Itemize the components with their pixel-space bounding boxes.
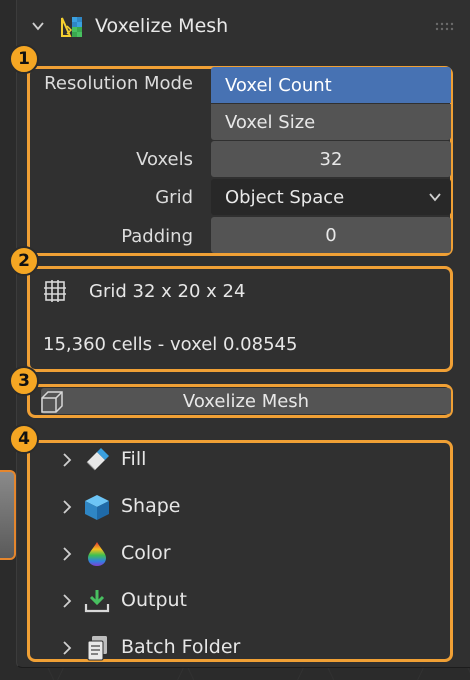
documents-icon <box>87 636 107 661</box>
panel-title: Voxelize Mesh <box>95 15 229 37</box>
callout-badge-3: 3 <box>9 366 39 396</box>
resolution-mode-option-voxel-count[interactable]: Voxel Count <box>211 67 451 103</box>
subpanel-output[interactable]: Output <box>57 581 437 621</box>
voxelize-mesh-icon <box>61 17 82 37</box>
drag-grip-icon[interactable] <box>435 22 457 32</box>
voxels-number-field[interactable]: 32 <box>211 141 451 177</box>
grid-icon <box>44 280 66 302</box>
cube-icon <box>85 495 109 520</box>
subpanel-fill[interactable]: Fill <box>57 440 437 480</box>
chevron-right-icon <box>63 641 72 655</box>
subpanel-batch-folder[interactable]: Batch Folder <box>57 628 437 668</box>
padding-number-field[interactable]: 0 <box>211 217 451 253</box>
resolution-mode-option-voxel-size[interactable]: Voxel Size <box>211 104 451 140</box>
grid-dropdown-value: Object Space <box>225 186 345 208</box>
padding-label: Padding <box>121 226 193 247</box>
resolution-mode-label: Resolution Mode <box>44 73 193 94</box>
chevron-right-icon <box>63 500 72 514</box>
voxelize-mesh-button[interactable]: Voxelize Mesh <box>41 388 451 414</box>
cube-outline-icon <box>41 391 63 413</box>
callout-badge-1: 1 <box>9 44 39 74</box>
subpanel-fill-label: Fill <box>121 448 147 470</box>
grid-label: Grid <box>155 187 193 208</box>
subpanel-batch-folder-label: Batch Folder <box>121 636 241 658</box>
subpanel-color[interactable]: Color <box>57 534 437 574</box>
chevron-down-icon <box>429 193 441 202</box>
download-tray-icon <box>84 590 110 613</box>
grid-dropdown[interactable]: Object Space <box>211 179 451 215</box>
callout-badge-4: 4 <box>9 424 39 454</box>
voxels-label: Voxels <box>136 149 193 170</box>
grid-dimensions-text: Grid 32 x 20 x 24 <box>89 281 246 302</box>
chevron-down-icon[interactable] <box>31 19 45 33</box>
subpanel-output-label: Output <box>121 589 187 611</box>
chevron-right-icon <box>63 547 72 561</box>
subpanel-shape[interactable]: Shape <box>57 487 437 527</box>
chevron-right-icon <box>63 594 72 608</box>
viewport-selected-object[interactable] <box>0 470 16 560</box>
callout-badge-2: 2 <box>9 246 39 276</box>
color-drop-icon <box>88 542 106 566</box>
subpanel-color-label: Color <box>121 542 171 564</box>
voxelize-mesh-panel: Voxelize Mesh Resolution Mode Voxel Coun… <box>9 0 470 668</box>
subpanel-shape-label: Shape <box>121 495 181 517</box>
eraser-fill-icon <box>86 448 109 471</box>
panel-header[interactable]: Voxelize Mesh <box>17 0 470 52</box>
chevron-right-icon <box>63 453 72 467</box>
cells-voxel-text: 15,360 cells - voxel 0.08545 <box>43 334 298 355</box>
